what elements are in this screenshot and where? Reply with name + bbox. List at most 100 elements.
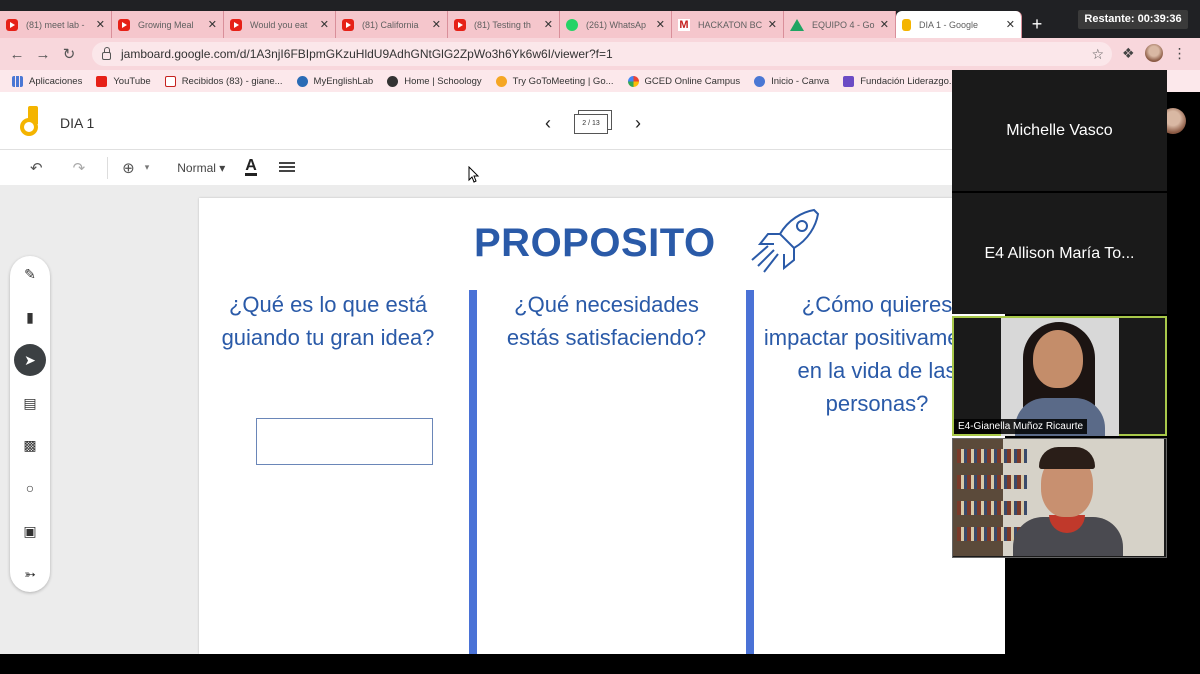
participant-tile[interactable]: Michelle Vasco <box>952 70 1167 191</box>
bookmark-item[interactable]: MyEnglishLab <box>296 75 373 87</box>
participant-name-label: E4-Gianella Muñoz Ricaurte <box>954 419 1088 434</box>
bookmark-label: Home | Schoology <box>404 75 482 87</box>
rocket-icon <box>751 208 820 273</box>
browser-tab[interactable]: Growing Meal ✕ <box>112 11 224 38</box>
back-button[interactable]: ← <box>4 46 30 63</box>
youtube-icon <box>342 18 354 31</box>
text-box-icon[interactable]: ▣ <box>18 519 42 543</box>
bookmark-item[interactable]: GCED Online Campus <box>627 75 740 87</box>
browser-tab[interactable]: Would you eat ✕ <box>224 11 336 38</box>
bookmark-label: Inicio - Canva <box>771 75 830 87</box>
reload-button[interactable]: ↻ <box>56 45 82 63</box>
close-tab-icon[interactable]: ✕ <box>320 18 329 31</box>
font-style-value: Normal <box>177 160 216 175</box>
participant-video <box>953 439 1164 556</box>
select-cursor-icon[interactable]: ➤ <box>14 344 46 376</box>
tab-title: Growing Meal <box>138 19 194 30</box>
bookmark-item[interactable]: YouTube <box>96 75 151 87</box>
tab-title: EQUIPO 4 - Go <box>812 19 875 30</box>
tab-title: (261) WhatsAp <box>586 19 647 30</box>
profile-avatar[interactable] <box>1144 44 1163 62</box>
tab-title: (81) meet lab - <box>26 19 85 30</box>
bookmark-item[interactable]: Inicio - Canva <box>754 75 830 87</box>
bookmark-gt-icon <box>495 75 507 87</box>
participant-tile-active[interactable]: E4-Gianella Muñoz Ricaurte <box>952 316 1167 436</box>
extensions-icon[interactable]: ❖ <box>1122 45 1135 62</box>
jamboard-logo-icon <box>20 106 42 136</box>
bookmark-label: YouTube <box>113 75 151 87</box>
question-guiding-idea: ¿Qué es lo que está guiando tu gran idea… <box>221 292 435 350</box>
jam-frame[interactable]: PROPOSITO ¿Qué es lo que está guiando tu… <box>199 198 1005 654</box>
sticky-note-icon[interactable]: ▤ <box>18 391 42 415</box>
tab-title: (81) Testing th <box>474 19 531 30</box>
youtube-icon <box>454 18 466 31</box>
bookmark-sc-icon <box>387 75 399 87</box>
image-icon[interactable]: ▩ <box>18 433 42 457</box>
sticky-text-box[interactable] <box>256 418 433 465</box>
browser-tab[interactable]: EQUIPO 4 - Go ✕ <box>784 11 896 38</box>
participant-tile[interactable]: E4 Allison María To... <box>952 193 1167 314</box>
zoom-dropdown-icon[interactable]: ▾ <box>145 162 150 173</box>
frame-title: PROPOSITO <box>474 221 716 265</box>
close-tab-icon[interactable]: ✕ <box>544 18 553 31</box>
meeting-timer: Restante: 00:39:36 <box>1078 10 1188 29</box>
frame-bar-button[interactable]: 2 / 13 <box>574 110 612 136</box>
bookmark-ml-icon <box>296 75 308 87</box>
align-text-icon[interactable] <box>278 161 295 174</box>
circle-shape-icon[interactable]: ○ <box>18 476 42 500</box>
close-tab-icon[interactable]: ✕ <box>208 18 217 31</box>
tab-title: (81) California <box>362 19 419 30</box>
browser-tab[interactable]: (81) Testing th ✕ <box>448 11 560 38</box>
jamboard-header: DIA 1 ‹ 2 / 13 › <box>0 92 952 150</box>
document-title[interactable]: DIA 1 <box>60 115 94 131</box>
browser-tab[interactable]: (261) WhatsAp ✕ <box>560 11 672 38</box>
forward-button[interactable]: → <box>30 46 56 63</box>
browser-tab[interactable]: (81) California ✕ <box>336 11 448 38</box>
redo-icon[interactable]: ↷ <box>73 159 86 177</box>
bookmark-item[interactable]: Recibidos (83) - giane... <box>164 75 283 87</box>
new-tab-button[interactable]: + <box>1022 11 1052 38</box>
close-tab-icon[interactable]: ✕ <box>432 18 441 31</box>
font-style-select[interactable]: Normal ▾ <box>177 161 225 175</box>
column-divider <box>469 290 477 654</box>
bookmark-item[interactable]: Home | Schoology <box>387 75 482 87</box>
bookmark-star-icon[interactable]: ☆ <box>1091 46 1104 63</box>
bookmark-label: Try GoToMeeting | Go... <box>512 75 614 87</box>
pen-icon[interactable]: ✎ <box>18 262 42 286</box>
browser-menu-icon[interactable]: ⋮ <box>1173 45 1187 62</box>
laser-icon[interactable]: ➳ <box>18 562 42 586</box>
jamboard-icon <box>902 18 911 31</box>
browser-tab[interactable]: (81) meet lab - ✕ <box>0 11 112 38</box>
previous-frame-button[interactable]: ‹ <box>538 113 558 134</box>
zoom-icon[interactable]: ⊕ <box>122 159 135 177</box>
drive-icon <box>790 18 804 31</box>
text-color-button[interactable]: A <box>245 158 257 176</box>
question-needs: ¿Qué necesidades estás satisfaciendo? <box>506 292 707 350</box>
bookmark-cv-icon <box>754 75 766 87</box>
close-tab-icon[interactable]: ✕ <box>880 18 889 31</box>
undo-icon[interactable]: ↶ <box>30 159 43 177</box>
close-tab-icon[interactable]: ✕ <box>96 18 105 31</box>
youtube-icon <box>6 18 18 31</box>
bookmark-item[interactable]: Aplicaciones <box>12 75 82 87</box>
url-bar[interactable]: jamboard.google.com/d/1A3njI6FBIpmGKzuHl… <box>92 42 1112 66</box>
bottom-bar <box>0 654 1200 674</box>
participant-name: Michelle Vasco <box>1006 121 1113 139</box>
extensions-area: ❖ ⋮ <box>1122 44 1187 62</box>
bookmark-gg-icon <box>627 75 639 87</box>
toolbar-divider <box>107 156 109 179</box>
next-frame-button[interactable]: › <box>628 113 648 134</box>
participant-tile[interactable] <box>952 438 1167 558</box>
bookmark-item[interactable]: Try GoToMeeting | Go... <box>495 75 614 87</box>
frame-pager: ‹ 2 / 13 › <box>538 110 648 136</box>
bookmark-item[interactable]: Fundación Liderazgo... <box>843 75 957 87</box>
close-tab-icon[interactable]: ✕ <box>656 18 665 31</box>
gmail-icon: M <box>678 18 690 31</box>
eraser-icon[interactable]: ▮ <box>18 305 42 329</box>
browser-tab[interactable]: M HACKATON BC ✕ <box>672 11 784 38</box>
close-tab-icon[interactable]: ✕ <box>768 18 777 31</box>
bookmark-grid-icon <box>12 75 23 87</box>
close-tab-icon[interactable]: ✕ <box>1006 18 1015 31</box>
whatsapp-icon <box>566 18 578 31</box>
browser-tab[interactable]: DIA 1 - Google ✕ <box>896 11 1022 38</box>
